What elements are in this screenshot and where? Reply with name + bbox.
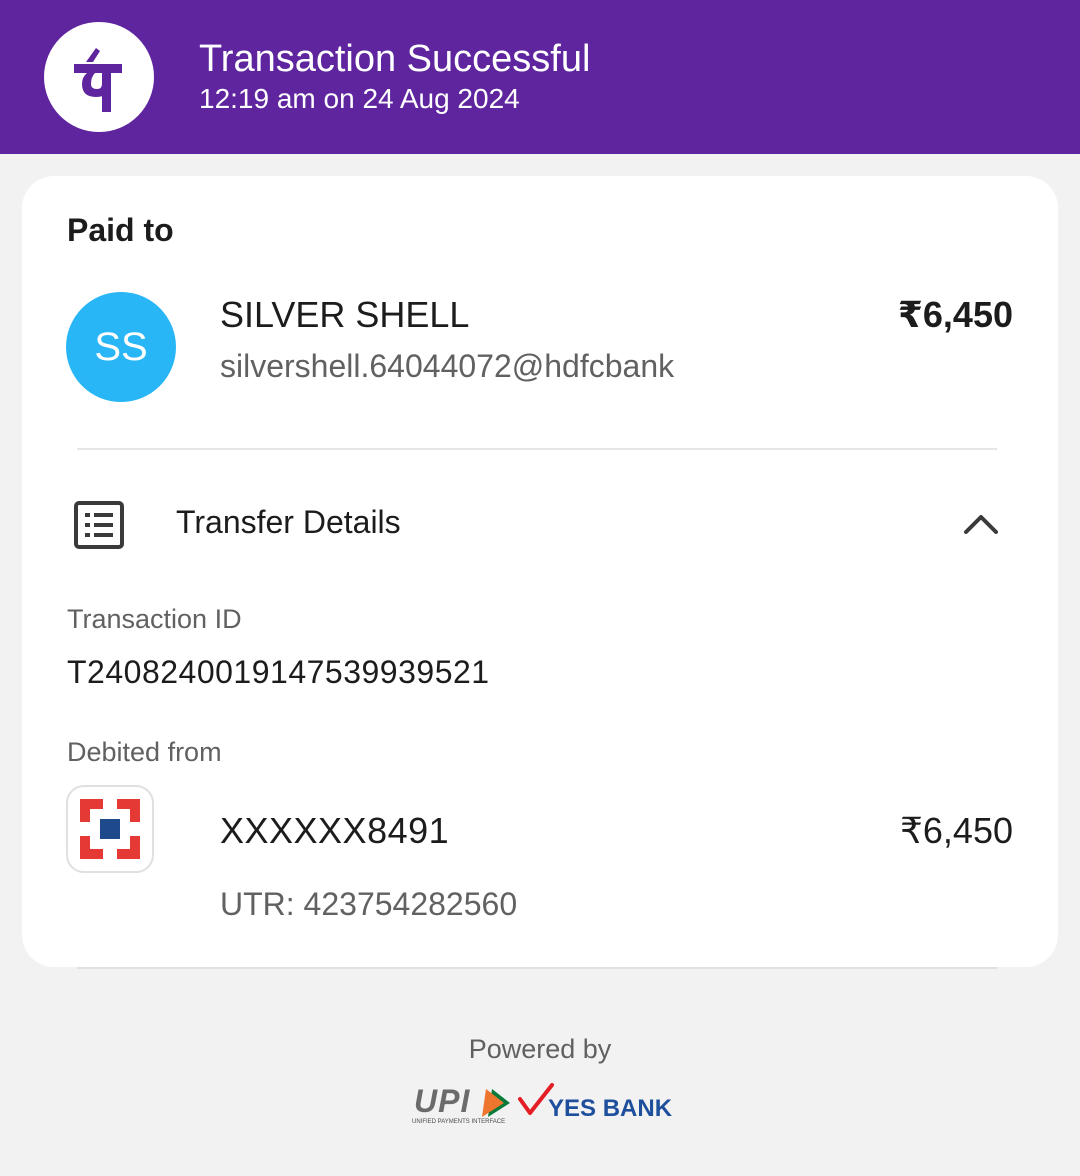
debited-from-label: Debited from bbox=[67, 737, 222, 767]
upi-tagline: UNIFIED PAYMENTS INTERFACE bbox=[412, 1119, 505, 1125]
transaction-id-value[interactable]: T2408240019147539939521 bbox=[67, 654, 490, 691]
transaction-timestamp: 12:19 am on 24 Aug 2024 bbox=[199, 83, 520, 114]
hdfc-bank-logo-icon bbox=[66, 785, 154, 873]
transaction-status-title: Transaction Successful bbox=[199, 38, 591, 80]
upi-logo: UPI UNIFIED PAYMENTS INTERFACE bbox=[412, 1083, 510, 1125]
transaction-card: Paid to SS SILVER SHELL silvershell.6404… bbox=[22, 176, 1058, 967]
transaction-id-label: Transaction ID bbox=[67, 604, 242, 634]
avatar-initials: SS bbox=[94, 324, 148, 369]
divider bbox=[77, 448, 997, 450]
powered-by-label: Powered by bbox=[468, 1034, 612, 1064]
transfer-details-toggle[interactable]: Transfer Details bbox=[176, 504, 401, 541]
paid-amount: ₹6,450 bbox=[897, 294, 1013, 335]
partner-logos: UPI UNIFIED PAYMENTS INTERFACE YES BANK bbox=[410, 1083, 674, 1127]
phonepe-logo-icon bbox=[44, 22, 154, 132]
payee-name: SILVER SHELL bbox=[220, 294, 470, 335]
yes-bank-logo-text: YES BANK bbox=[548, 1095, 673, 1122]
utr-number[interactable]: UTR: 423754282560 bbox=[220, 886, 517, 923]
yes-bank-logo: YES BANK bbox=[518, 1083, 673, 1122]
payee-avatar: SS bbox=[66, 292, 176, 402]
debited-amount: ₹6,450 bbox=[900, 810, 1013, 851]
divider bbox=[77, 967, 997, 969]
debited-account-number: XXXXXX8491 bbox=[220, 810, 450, 851]
upi-logo-text: UPI bbox=[414, 1083, 470, 1119]
transaction-header: Transaction Successful 12:19 am on 24 Au… bbox=[0, 0, 1080, 154]
payee-vpa: silvershell.64044072@hdfcbank bbox=[220, 348, 675, 384]
paid-to-label: Paid to bbox=[67, 212, 174, 248]
receipt-list-icon bbox=[72, 498, 126, 557]
chevron-up-icon[interactable] bbox=[962, 508, 1000, 543]
